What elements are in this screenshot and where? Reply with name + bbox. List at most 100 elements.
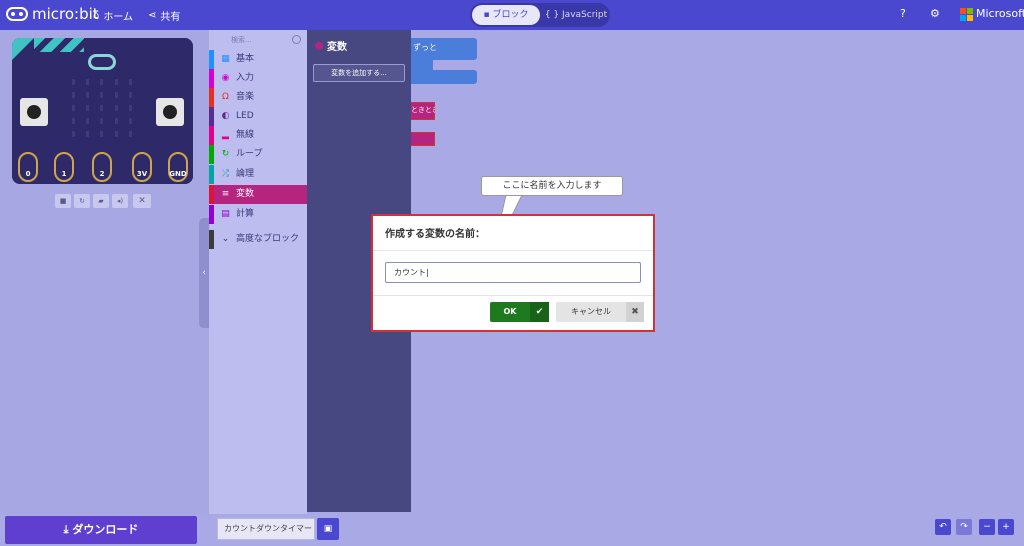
pin-label: 2 (99, 170, 105, 178)
board-decoration (12, 38, 34, 60)
microsoft-label[interactable]: Microsoft (976, 7, 1024, 20)
category-label: 論理 (236, 169, 255, 179)
mute-icon[interactable]: ◂) (112, 194, 128, 208)
gear-icon[interactable]: ⚙ (930, 7, 940, 20)
divider (373, 250, 653, 251)
category-color-bar (209, 107, 214, 126)
chevron-down-icon: ⌄ (221, 234, 230, 244)
home-link[interactable]: ⌂ ホーム (93, 8, 133, 23)
category-color-bar (209, 165, 214, 184)
event-block[interactable]: ときとき (411, 102, 435, 120)
microbit-board: 0 1 2 3V GND (12, 38, 193, 184)
ok-button-label: OK (503, 307, 517, 316)
category-label: 計算 (236, 209, 255, 219)
category-color-bar (209, 145, 214, 164)
microsoft-logo-icon (960, 8, 973, 21)
puzzle-icon: ▪ (483, 10, 490, 20)
category-color-bar (209, 69, 214, 88)
category-label: 基本 (236, 54, 255, 64)
close-icon[interactable]: ✕ (133, 194, 151, 208)
divider (373, 295, 653, 296)
button-a[interactable] (20, 98, 48, 126)
toolbox: 検索... ▦ 基本 ◉ 入力 Ω 音楽 ◐ LED ▂ 無線 ↻ ループ ⤮ 論理 ≡ 変数 ▤ 計算 ⌄ 高度なブ… (209, 30, 307, 514)
toolbox-category[interactable]: ≡ 変数 (209, 185, 307, 204)
board-logo-icon (88, 54, 116, 70)
braces-icon: { } (544, 10, 560, 20)
category-color-bar (209, 50, 214, 69)
toolbox-category[interactable]: Ω 音楽 (209, 88, 307, 107)
search-placeholder: 検索... (231, 36, 252, 44)
variables-dot-icon (315, 41, 323, 50)
cancel-button[interactable]: キャンセル ✖ (556, 302, 644, 322)
blocks-tab[interactable]: ▪ ブロック (472, 5, 540, 25)
pin-strip: 0 1 2 3V GND (12, 150, 193, 184)
home-label: ホーム (103, 12, 134, 23)
microbit-logo-icon (6, 7, 28, 21)
led-matrix (69, 78, 135, 138)
board-decoration-stripes (34, 38, 84, 52)
grid-icon: ▦ (221, 54, 230, 64)
cancel-button-label: キャンセル (571, 307, 611, 316)
share-link[interactable]: ⋖ 共有 (148, 8, 180, 23)
category-label: 無線 (236, 130, 255, 140)
add-variable-button[interactable]: 変数を追加する... (313, 64, 405, 82)
restart-icon[interactable]: ↻ (74, 194, 90, 208)
forever-block-body (411, 60, 433, 70)
toolbox-category[interactable]: ↻ ループ (209, 145, 307, 164)
simulator-panel: 0 1 2 3V GND ■ ↻ ▰ ◂) ✕ (0, 30, 209, 514)
javascript-tab-label: JavaScript (562, 10, 608, 20)
pin-label: 0 (25, 170, 31, 178)
forever-block-label: ずっと (413, 43, 437, 52)
blocks-tab-label: ブロック (492, 10, 529, 20)
project-name-input[interactable]: カウントダウンタイマー (217, 518, 315, 540)
toolbox-category[interactable]: ◉ 入力 (209, 69, 307, 88)
download-button[interactable]: ⤓ ダウンロード (5, 516, 197, 544)
variable-name-input[interactable]: カウント| (385, 262, 641, 283)
debug-icon[interactable]: ▰ (93, 194, 109, 208)
category-label: 入力 (236, 73, 255, 83)
stop-icon[interactable]: ■ (55, 194, 71, 208)
flyout-title-label: 変数 (327, 42, 347, 53)
zoom-out-icon[interactable]: − (979, 519, 995, 535)
create-variable-dialog: 作成する変数の名前： カウント| OK ✔ キャンセル ✖ (371, 214, 655, 332)
forever-block-bottom (411, 70, 477, 84)
help-icon[interactable]: ? (900, 7, 906, 20)
editor-mode-toggle: ▪ ブロック { } JavaScript (470, 3, 610, 27)
instruction-callout: ここに名前を入力します (481, 176, 623, 196)
brand[interactable]: micro:bit (6, 5, 99, 23)
save-icon[interactable]: ▣ (317, 518, 339, 540)
category-color-bar (209, 88, 214, 107)
ok-button[interactable]: OK ✔ (490, 302, 549, 322)
share-label: 共有 (160, 12, 181, 23)
toolbox-category[interactable]: ⤮ 論理 (209, 165, 307, 184)
calculator-icon: ▤ (221, 209, 230, 219)
toolbox-category[interactable]: ⌄ 高度なブロック (209, 230, 307, 249)
pin-label: GND (169, 170, 187, 178)
loop-icon: ↻ (221, 149, 230, 159)
category-label: 音楽 (236, 92, 255, 102)
zoom-in-icon[interactable]: + (998, 519, 1014, 535)
javascript-tab[interactable]: { } JavaScript (544, 5, 608, 25)
toolbox-category[interactable]: ▂ 無線 (209, 126, 307, 145)
toolbox-category[interactable]: ◐ LED (209, 107, 307, 126)
collapse-simulator-tab[interactable]: ‹ (199, 218, 209, 328)
list-icon: ≡ (221, 189, 230, 199)
category-color-bar (209, 205, 214, 224)
home-icon: ⌂ (93, 10, 100, 21)
variable-block[interactable] (411, 132, 435, 146)
toolbox-search[interactable]: 検索... (209, 32, 307, 48)
brand-name: micro:bit (32, 5, 99, 23)
pin-label: 3V (136, 170, 148, 178)
category-label: ループ (236, 149, 263, 159)
toolbox-category[interactable]: ▦ 基本 (209, 50, 307, 69)
category-color-bar (209, 126, 214, 145)
forever-block[interactable]: ずっと (411, 38, 477, 60)
download-icon: ⤓ (63, 523, 69, 536)
button-b[interactable] (156, 98, 184, 126)
undo-icon[interactable]: ↶ (935, 519, 951, 535)
checkmark-icon: ✔ (530, 302, 549, 322)
top-bar: micro:bit ⌂ ホーム ⋖ 共有 ▪ ブロック { } JavaScri… (0, 0, 1024, 30)
redo-icon[interactable]: ↷ (956, 519, 972, 535)
toolbox-category[interactable]: ▤ 計算 (209, 205, 307, 224)
signal-icon: ▂ (222, 130, 229, 140)
